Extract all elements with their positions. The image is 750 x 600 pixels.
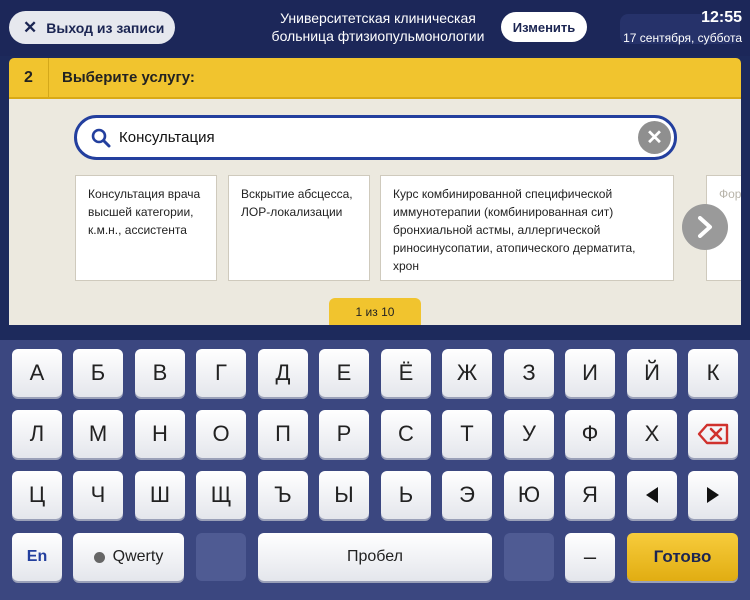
close-icon: ✕ — [646, 127, 663, 149]
key[interactable]: И — [565, 349, 615, 397]
search-icon — [91, 128, 111, 147]
service-card-text: Консультация врача высшей категории, к.м… — [88, 187, 201, 237]
service-card[interactable]: Курс комбинированной специфической иммун… — [380, 175, 674, 281]
hospital-name: Университетская клиническая больница фти… — [271, 10, 485, 44]
language-switch-key[interactable]: En — [12, 533, 62, 581]
key[interactable]: Ж — [442, 349, 492, 397]
key[interactable]: Ц — [12, 471, 62, 519]
clock-date: 17 сентября, суббота — [623, 31, 742, 45]
key[interactable]: Я — [565, 471, 615, 519]
key[interactable]: П — [258, 410, 308, 458]
space-key[interactable]: Пробел — [258, 533, 492, 581]
chevron-right-icon — [698, 216, 712, 238]
clock: 12:55 17 сентября, суббота — [623, 8, 742, 46]
exit-button-label: Выход из записи — [46, 19, 165, 36]
service-card-text: Фор одн гипе — [719, 187, 741, 201]
service-card[interactable]: Консультация врача высшей категории, к.м… — [75, 175, 217, 281]
cursor-left-key[interactable] — [627, 471, 677, 519]
key[interactable]: Б — [73, 349, 123, 397]
step-bar: 2 Выберите услугу: — [9, 58, 741, 99]
key[interactable]: Ю — [504, 471, 554, 519]
clear-search-button[interactable]: ✕ — [638, 121, 671, 154]
key[interactable]: Ш — [135, 471, 185, 519]
key[interactable]: Ф — [565, 410, 615, 458]
exit-button[interactable]: ✕ Выход из записи — [9, 11, 175, 44]
key[interactable]: Е — [319, 349, 369, 397]
dash-key[interactable]: – — [565, 533, 615, 581]
blank-key — [504, 533, 554, 581]
qwerty-label: Qwerty — [112, 548, 164, 565]
key[interactable]: Т — [442, 410, 492, 458]
service-card-text: Курс комбинированной специфической иммун… — [393, 187, 636, 273]
key[interactable]: С — [381, 410, 431, 458]
key[interactable]: У — [504, 410, 554, 458]
key[interactable]: О — [196, 410, 246, 458]
close-icon: ✕ — [23, 18, 38, 37]
key[interactable]: К — [688, 349, 738, 397]
key[interactable]: Ы — [319, 471, 369, 519]
change-hospital-button[interactable]: Изменить — [501, 12, 587, 42]
key[interactable]: Щ — [196, 471, 246, 519]
done-button[interactable]: Готово — [627, 533, 738, 581]
next-page-button[interactable] — [682, 204, 728, 250]
key[interactable]: Х — [627, 410, 677, 458]
clock-time: 12:55 — [701, 9, 742, 26]
qwerty-layout-key[interactable]: Qwerty — [73, 533, 184, 581]
key[interactable]: Д — [258, 349, 308, 397]
key[interactable]: А — [12, 349, 62, 397]
key[interactable]: Ё — [381, 349, 431, 397]
search-input[interactable] — [119, 129, 599, 146]
search-box[interactable]: ✕ — [74, 115, 677, 160]
step-number: 2 — [9, 58, 49, 97]
key[interactable]: Э — [442, 471, 492, 519]
top-header: ✕ Выход из записи Университетская клинич… — [0, 0, 750, 56]
cursor-right-key[interactable] — [688, 471, 738, 519]
triangle-left-icon — [646, 487, 658, 503]
key[interactable]: М — [73, 410, 123, 458]
radio-dot-icon — [93, 551, 105, 563]
key[interactable]: Ь — [381, 471, 431, 519]
triangle-right-icon — [707, 487, 719, 503]
service-card[interactable]: Вскрытие абсцесса, ЛОР-локализации — [228, 175, 370, 281]
key[interactable]: Р — [319, 410, 369, 458]
key[interactable]: Й — [627, 349, 677, 397]
key[interactable]: Г — [196, 349, 246, 397]
onscreen-keyboard: А Б В Г Д Е Ё Ж З И Й К Л М Н О П Р С Т … — [0, 340, 750, 600]
service-card-text: Вскрытие абсцесса, ЛОР-локализации — [241, 187, 353, 219]
key[interactable]: Ъ — [258, 471, 308, 519]
page-indicator: 1 из 10 — [329, 298, 421, 325]
backspace-icon — [697, 423, 729, 445]
blank-key — [196, 533, 246, 581]
key[interactable]: В — [135, 349, 185, 397]
key[interactable]: Л — [12, 410, 62, 458]
key[interactable]: Ч — [73, 471, 123, 519]
key[interactable]: З — [504, 349, 554, 397]
step-title: Выберите услугу: — [62, 69, 195, 86]
backspace-key[interactable] — [688, 410, 738, 458]
key[interactable]: Н — [135, 410, 185, 458]
service-panel: ✕ Консультация врача высшей категории, к… — [9, 99, 741, 325]
